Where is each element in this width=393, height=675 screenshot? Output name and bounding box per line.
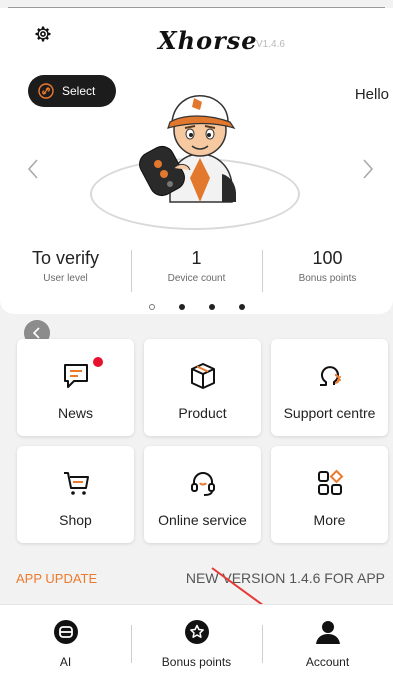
tab-label: Bonus points (161, 655, 232, 669)
star-badge-icon (184, 620, 209, 644)
stat-label: Device count (167, 273, 226, 284)
carousel-dot[interactable] (178, 304, 185, 310)
ai-icon (53, 620, 78, 644)
stats-row: To verify User level 1 Device count 100 … (0, 244, 393, 296)
profile-card: Xhorse V1.4.6 Select Hello To verify Use… (0, 8, 393, 314)
person-icon (315, 621, 340, 644)
mascot-avatar (139, 95, 236, 203)
app-version: V1.4.6 (256, 39, 285, 50)
stat-label: User level (43, 273, 88, 284)
stat-value: To verify (31, 248, 100, 268)
tab-account[interactable]: Account (262, 605, 393, 675)
link-icon (38, 83, 54, 99)
greeting: Hello (354, 86, 389, 103)
stat-label: Bonus points (298, 273, 357, 284)
stat-value: 1 (191, 248, 202, 268)
chevron-left-icon[interactable] (26, 158, 40, 180)
carousel-indicator (0, 304, 393, 310)
tab-label: AI (59, 655, 72, 669)
gear-icon[interactable] (33, 24, 53, 44)
xhorse-logo: Xhorse (158, 26, 258, 55)
carousel-dot-active[interactable] (148, 304, 155, 310)
tile-label: Online service (158, 512, 247, 528)
tile-more[interactable]: More (271, 446, 388, 543)
tile-online-service[interactable]: Online service (144, 446, 261, 543)
select-device-button[interactable]: Select (28, 75, 116, 107)
box-icon (190, 363, 215, 389)
tile-shop[interactable]: Shop (17, 446, 134, 543)
tab-label: Account (305, 655, 350, 669)
tile-support-centre[interactable]: Support centre (271, 339, 388, 436)
carousel-dot[interactable] (238, 304, 245, 310)
tile-label: Support centre (283, 405, 376, 421)
chevron-right-icon[interactable] (361, 158, 375, 180)
tab-bonus-points[interactable]: Bonus points (131, 605, 262, 675)
chat-icon (63, 364, 88, 388)
grid-icon (317, 469, 343, 495)
headset-icon (190, 472, 215, 496)
tile-product[interactable]: Product (144, 339, 261, 436)
stat-device-count[interactable]: 1 Device count (131, 244, 262, 296)
select-label: Select (62, 84, 96, 98)
tile-news[interactable]: News (17, 339, 134, 436)
app-update-label: APP UPDATE (16, 570, 98, 586)
tab-ai[interactable]: AI (0, 605, 131, 675)
feature-grid: News Product Support centre Shop Online … (17, 339, 389, 543)
support-icon (319, 366, 341, 386)
bottom-tab-bar: AI Bonus points Account (0, 604, 393, 675)
stat-value: 100 (312, 248, 343, 268)
cart-icon (63, 472, 89, 495)
tile-label: More (313, 512, 346, 528)
notification-badge (93, 357, 103, 367)
tile-label: Shop (59, 512, 92, 528)
stat-user-level[interactable]: To verify User level (0, 244, 131, 296)
stat-bonus-points[interactable]: 100 Bonus points (262, 244, 393, 296)
tile-label: News (57, 405, 93, 421)
carousel-dot[interactable] (208, 304, 215, 310)
app-update-banner[interactable]: APP UPDATE NEW VERSION 1.4.6 FOR APP (0, 562, 393, 594)
tile-label: Product (178, 405, 227, 421)
